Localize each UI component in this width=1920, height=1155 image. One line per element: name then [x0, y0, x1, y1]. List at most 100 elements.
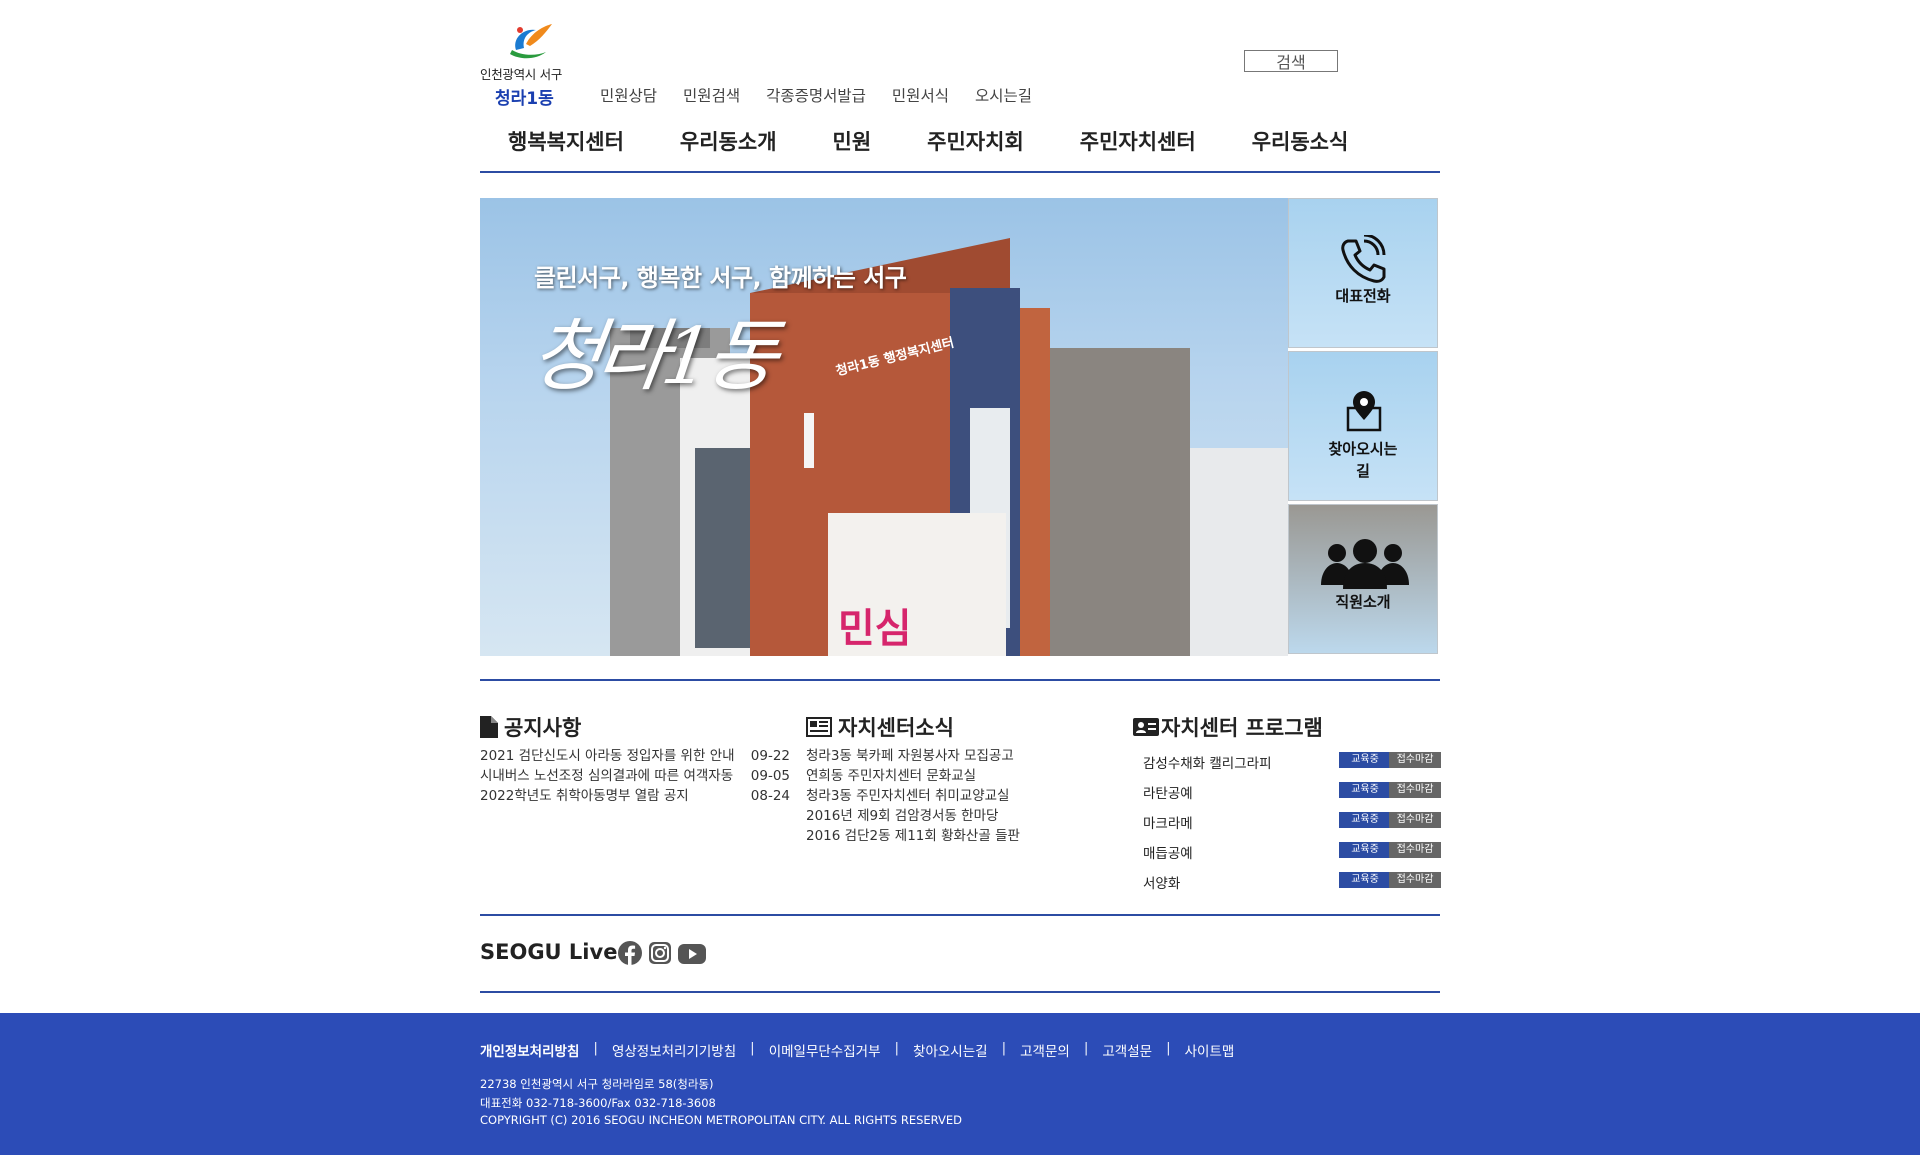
hero-banner: 클린서구, 행복한 서구, 함께하는 서구 청라1동 청라1동 행정복지센터 민…	[480, 198, 1288, 656]
status-badge: 접수마감	[1389, 872, 1441, 888]
newspaper-icon	[806, 717, 832, 737]
logo-city-text: 인천광역시 서구	[480, 67, 563, 82]
phone-icon	[1341, 235, 1386, 283]
status-badge: 교육중	[1339, 782, 1391, 798]
list-item[interactable]: 2016년 제9회 검암경서동 한마당	[806, 806, 1036, 826]
map-pin-icon	[1346, 391, 1382, 432]
program-name: 마크라메	[1143, 816, 1193, 832]
list-item[interactable]: 청라3동 주민자치센터 취미교양교실	[806, 786, 1036, 806]
footer-link-video-policy[interactable]: 영상정보처리기기방침	[612, 1040, 736, 1060]
list-item[interactable]: 청라3동 북카페 자원봉사자 모집공고	[806, 746, 1036, 766]
seogu-logo-icon	[510, 24, 552, 59]
people-icon	[1321, 539, 1409, 589]
util-nav-certificates[interactable]: 각종증명서발급	[766, 84, 866, 106]
nav-resident-center[interactable]: 주민자치센터	[1080, 126, 1196, 156]
notice-item-date: 09-22	[750, 748, 790, 764]
footer-link-sitemap[interactable]: 사이트맵	[1185, 1040, 1235, 1060]
youtube-icon[interactable]	[678, 944, 706, 964]
footer-separator: |	[1083, 1040, 1089, 1056]
list-item[interactable]: 감성수채화 캘리그라피 교육중 접수마감	[1143, 750, 1441, 780]
program-name: 감성수채화 캘리그라피	[1143, 756, 1272, 772]
footer-separator: |	[1001, 1040, 1007, 1056]
util-nav-civil-search[interactable]: 민원검색	[683, 84, 740, 106]
util-nav-directions[interactable]: 오시는길	[975, 84, 1032, 106]
status-badge: 접수마감	[1389, 812, 1441, 828]
list-item[interactable]: 시내버스 노선조정 심의결과에 따른 여객자동 09-05	[480, 766, 790, 786]
footer-link-directions[interactable]: 찾아오시는길	[913, 1040, 988, 1060]
list-item[interactable]: 라탄공예 교육중 접수마감	[1143, 780, 1441, 810]
quick-link-phone-label: 대표전화	[1335, 287, 1391, 305]
status-badge: 접수마감	[1389, 842, 1441, 858]
notice-title-text: 공지사항	[504, 716, 582, 740]
footer-separator: |	[1166, 1040, 1171, 1056]
facebook-icon[interactable]	[618, 941, 642, 965]
id-card-icon	[1133, 718, 1159, 736]
news-title-text: 자치센터소식	[838, 716, 954, 740]
news-list: 청라3동 북카페 자원봉사자 모집공고 연희동 주민자치센터 문화교실 청라3동…	[806, 746, 1036, 846]
news-title[interactable]: 자치센터소식	[806, 712, 954, 742]
status-badge: 교육중	[1339, 872, 1391, 888]
section-divider	[480, 914, 1440, 916]
footer-link-survey[interactable]: 고객설문	[1102, 1040, 1152, 1060]
program-name: 매듭공예	[1143, 846, 1193, 862]
footer-link-privacy[interactable]: 개인정보처리방침	[480, 1040, 579, 1060]
hero-script-title: 청라1동	[524, 312, 779, 402]
status-badge: 교육중	[1339, 752, 1391, 768]
site-footer: 개인정보처리방침 | 영상정보처리기기방침 | 이메일무단수집거부 | 찾아오시는길 |…	[0, 1013, 1920, 1155]
footer-nav: 개인정보처리방침 | 영상정보처리기기방침 | 이메일무단수집거부 | 찾아오시는길 |…	[480, 1040, 1234, 1060]
main-nav: 행복복지센터 우리동소개 민원 주민자치회 주민자치센터 우리동소식	[480, 126, 1440, 156]
list-item[interactable]: 마크라메 교육중 접수마감	[1143, 810, 1441, 840]
live-divider	[480, 991, 1440, 993]
list-item[interactable]: 서양화 교육중 접수마감	[1143, 870, 1441, 900]
programs-title[interactable]: 자치센터 프로그램	[1133, 712, 1323, 742]
nav-resident-council[interactable]: 주민자치회	[927, 126, 1024, 156]
notice-item-title: 시내버스 노선조정 심의결과에 따른 여객자동	[480, 768, 734, 784]
status-badge: 교육중	[1339, 812, 1391, 828]
status-badge: 교육중	[1339, 842, 1391, 858]
notice-item-title: 2022학년도 취학아동명부 열람 공지	[480, 788, 689, 804]
footer-separator: |	[593, 1040, 598, 1056]
logo-dong-text: 청라1동	[495, 89, 554, 109]
notice-list: 2021 검단신도시 아라동 정입자를 위한 안내 09-22 시내버스 노선조정…	[480, 746, 790, 806]
notice-item-title: 2021 검단신도시 아라동 정입자를 위한 안내	[480, 748, 735, 764]
nav-divider	[480, 171, 1440, 173]
list-item[interactable]: 2022학년도 취학아동명부 열람 공지 08-24	[480, 786, 790, 806]
list-item[interactable]: 2016 검단2동 제11회 황화산골 들판	[806, 826, 1036, 846]
footer-separator: |	[750, 1040, 755, 1056]
quick-link-staff[interactable]: 직원소개	[1288, 504, 1438, 654]
notice-title[interactable]: 공지사항	[480, 712, 581, 742]
list-item[interactable]: 매듭공예 교육중 접수마감	[1143, 840, 1441, 870]
footer-link-email-refusal[interactable]: 이메일무단수집거부	[769, 1040, 881, 1060]
util-nav-civil-consult[interactable]: 민원상담	[600, 84, 657, 106]
seogu-live-title: SEOGU Live	[480, 940, 618, 964]
banner-text: 민심	[838, 606, 912, 652]
hero-divider	[480, 679, 1440, 681]
status-badge: 접수마감	[1389, 752, 1441, 768]
notice-item-date: 08-24	[750, 788, 790, 804]
hero-slogan: 클린서구, 행복한 서구, 함께하는 서구	[534, 264, 907, 292]
quick-link-directions[interactable]: 찾아오시는 길	[1288, 351, 1438, 501]
nav-welfare-center[interactable]: 행복복지센터	[508, 126, 624, 156]
program-name: 서양화	[1143, 876, 1181, 892]
quick-link-phone[interactable]: 대표전화	[1288, 198, 1438, 348]
nav-civil[interactable]: 민원	[833, 126, 872, 156]
nav-dong-intro[interactable]: 우리동소개	[680, 126, 777, 156]
search-button[interactable]: 검색	[1244, 50, 1338, 72]
nav-dong-news[interactable]: 우리동소식	[1252, 126, 1349, 156]
notice-item-date: 09-05	[750, 768, 790, 784]
programs-title-text: 자치센터 프로그램	[1161, 716, 1323, 740]
footer-address-block: 22738 인천광역시 서구 청라라임로 58(청라동) 대표전화 032-71…	[480, 1075, 962, 1130]
status-badge: 접수마감	[1389, 782, 1441, 798]
quick-link-directions-label: 찾아오시는 길	[1328, 440, 1398, 480]
programs-list: 감성수채화 캘리그라피 교육중 접수마감 라탄공예 교육중 접수마감 마크라메 교육중 접수…	[1143, 750, 1441, 900]
util-nav-civil-forms[interactable]: 민원서식	[892, 84, 949, 106]
list-item[interactable]: 2021 검단신도시 아라동 정입자를 위한 안내 09-22	[480, 746, 790, 766]
footer-link-inquiry[interactable]: 고객문의	[1020, 1040, 1070, 1060]
footer-separator: |	[894, 1040, 900, 1056]
utility-nav: 민원상담 민원검색 각종증명서발급 민원서식 오시는길	[600, 84, 1032, 106]
quick-link-staff-label: 직원소개	[1335, 593, 1391, 611]
instagram-icon[interactable]	[649, 942, 671, 964]
list-item[interactable]: 연희동 주민자치센터 문화교실	[806, 766, 1036, 786]
footer-copyright: COPYRIGHT (C) 2016 SEOGU INCHEON METROPO…	[480, 1113, 963, 1127]
program-name: 라탄공예	[1143, 786, 1193, 802]
